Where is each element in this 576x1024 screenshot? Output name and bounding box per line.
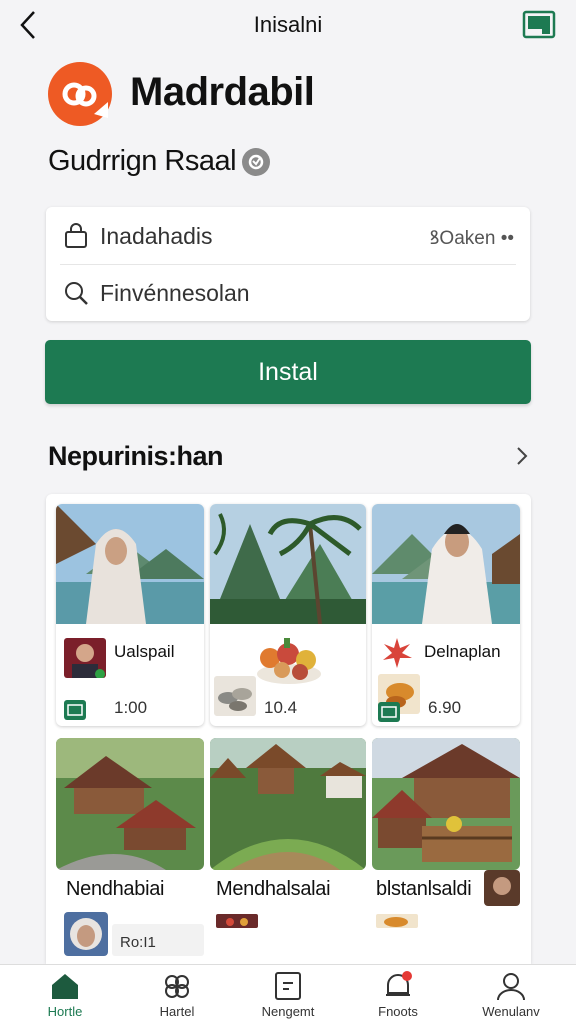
tile-5-label: Mendhalsalai [216,878,331,900]
tile-4-value: Ro:I1 [120,934,156,951]
logo-glyph-icon [62,82,108,118]
screen-icon[interactable] [522,10,556,40]
home-icon [52,974,78,999]
info-row-search[interactable]: Finvénnesolan [46,265,530,321]
chevron-right-icon[interactable] [510,441,534,471]
page-title: Inisalni [253,12,323,37]
info-card: Inadahadis ꝸOaken •• Finvénnesolan [46,207,530,321]
developer-row[interactable]: Gudrrign Rsaal [48,145,271,178]
avatar-thumb-icon [484,870,520,906]
pastry-thumb-icon [214,676,256,716]
profile-icon [497,973,525,1001]
nav-notifications[interactable]: Fnoots [348,971,448,1024]
developer-name[interactable]: Gudrrign Rsaal [48,145,237,178]
tile-photo-garden [210,738,366,870]
tile-photo-woman [56,504,204,624]
content-grid: Ualspail 1:00 10.4 Delnaplan 6.90 Nendha… [46,494,531,964]
tile-6-label: blstanlsaldi [376,878,472,900]
grid-tile-2[interactable]: 10.4 [210,504,366,726]
grid-tile-4[interactable]: Nendhabiai Ro:I1 [56,738,204,964]
install-button[interactable]: Instal [45,340,531,404]
nav-label-notifications: Fnoots [378,1004,418,1019]
image-badge-icon [64,700,86,720]
food-plate-icon [257,638,321,684]
nav-label-profile: Wenulanv [482,1004,540,1019]
notification-bell-icon [386,971,412,996]
info-row1-value: ꝸOaken •• [429,227,514,249]
avatar-man-icon [64,638,106,678]
grid-tile-5[interactable]: Mendhalsalai [210,738,366,964]
tile-4-label: Nendhabiai [66,878,165,900]
tile-photo-woman-lake [372,504,520,624]
nav-label-manage: Nengemt [261,1004,315,1019]
verified-badge-icon [242,147,271,176]
grid-tile-1[interactable]: Ualspail 1:00 [56,504,204,726]
bottom-nav: Hortle Hartel Nengemt Fnoots Wenulanv [0,964,576,1024]
info-row-storage[interactable]: Inadahadis ꝸOaken •• [60,209,516,265]
info-row1-text: Inadahadis [100,223,213,249]
nav-apps[interactable]: Hartel [127,971,227,1024]
tile-3-label: Delnaplan [424,642,501,661]
avatar-elder-icon [64,912,108,956]
nav-label-home: Hortle [47,1004,83,1019]
tile-photo-pavilion [372,738,520,870]
app-name: Madrdabil [130,70,315,114]
tile-1-value: 1:00 [114,698,148,717]
tile-photo-houses [56,738,204,870]
nav-home[interactable]: Hortle [15,971,115,1024]
image-badge-icon-2 [378,702,400,722]
bag-icon [65,222,87,248]
grid-tile-6[interactable]: blstanlsaldi [372,738,520,964]
tile-2-value: 10.4 [264,698,298,717]
app-logo [48,62,112,126]
search-icon [65,282,88,305]
tile-1-label: Ualspail [114,642,175,661]
grid-tile-3[interactable]: Delnaplan 6.90 [372,504,520,726]
info-row2-text: Finvénnesolan [100,279,250,306]
nav-manage[interactable]: Nengemt [238,971,338,1024]
food-thumb-icon [216,914,258,928]
tile-3-value: 6.90 [428,698,462,717]
snack-thumb-icon-2 [376,914,418,928]
nav-profile[interactable]: Wenulanv [461,971,561,1024]
section-title: Nepurinis:han [48,441,224,471]
nav-label-apps: Hartel [159,1004,195,1019]
top-bar: Inisalni [0,0,576,50]
tile-photo-palms [210,504,366,624]
document-icon [275,972,301,1000]
apps-icon [165,975,189,998]
flower-icon [383,638,412,668]
